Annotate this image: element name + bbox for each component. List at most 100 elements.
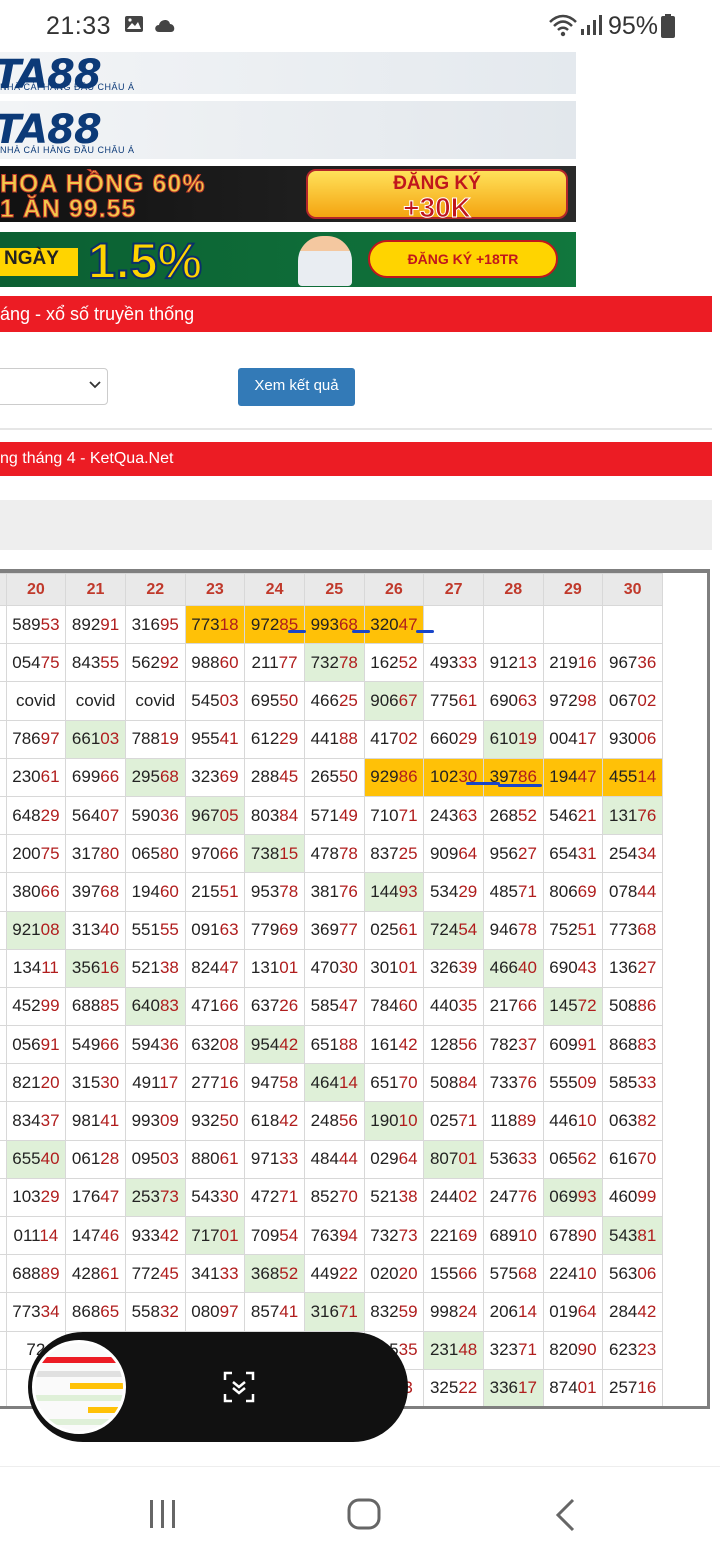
result-cell: 65540 bbox=[5, 1139, 67, 1179]
result-cell: 47271 bbox=[244, 1177, 305, 1218]
result-cell: 10329 bbox=[5, 1177, 67, 1218]
recent-apps-icon[interactable] bbox=[146, 1497, 180, 1536]
screenshot-thumbnail[interactable] bbox=[32, 1340, 126, 1434]
result-cell: 02571 bbox=[423, 1101, 484, 1141]
cell-head-digits: 772 bbox=[131, 1263, 160, 1283]
cell-tail-digits: 03 bbox=[100, 729, 120, 749]
cell-tail-digits: 71 bbox=[458, 1111, 478, 1131]
result-cell: 97285 bbox=[244, 604, 305, 645]
scroll-capture-icon[interactable] bbox=[222, 1370, 256, 1409]
result-cell: 61670 bbox=[602, 1139, 663, 1179]
day-header: 27 bbox=[423, 573, 484, 606]
result-cell: 92108 bbox=[5, 910, 67, 950]
view-results-button[interactable]: Xem kết quả bbox=[238, 368, 355, 406]
result-cell: 35616 bbox=[65, 948, 126, 988]
cell-tail-digits: 78 bbox=[279, 881, 299, 901]
cell-tail-digits: 33 bbox=[637, 1072, 657, 1092]
cell-head-digits: 732 bbox=[310, 652, 339, 672]
register-button[interactable]: ĐĂNG KÝ +30K bbox=[306, 169, 568, 222]
result-cell: 64829 bbox=[5, 795, 67, 836]
cell-tail-digits: 05 bbox=[219, 805, 239, 825]
result-cell: 50886 bbox=[602, 986, 663, 1027]
result-cell: 48571 bbox=[482, 872, 544, 912]
cell-tail-digits: 97 bbox=[219, 1301, 239, 1321]
result-cell: 25373 bbox=[124, 1177, 186, 1218]
cell-head-digits: 011 bbox=[13, 1225, 40, 1245]
cell-tail-digits: 38 bbox=[159, 958, 179, 978]
cell-head-digits: 837 bbox=[370, 843, 399, 863]
register-bonus: +30K bbox=[403, 192, 472, 222]
cell-tail-digits: 70 bbox=[398, 1072, 418, 1092]
result-cell: 29568 bbox=[124, 757, 186, 797]
cell-tail-digits: 27 bbox=[637, 958, 657, 978]
results-table-container[interactable]: 2021222324252627282930 45895389291316957… bbox=[0, 569, 710, 1409]
day-header: 25 bbox=[303, 573, 365, 606]
result-cell bbox=[482, 604, 544, 645]
cell-head-digits: 824 bbox=[191, 958, 220, 978]
cell-tail-digits: 94 bbox=[338, 1225, 358, 1245]
month-select[interactable] bbox=[0, 368, 108, 405]
ad-banner-ta88-1[interactable]: TA88 NHÀ CÁI HÀNG ĐẦU CHÂU Á bbox=[0, 52, 576, 94]
cell-tail-digits: 52 bbox=[517, 805, 537, 825]
cell-tail-digits: 32 bbox=[159, 1301, 179, 1321]
result-cell: 78819 bbox=[124, 719, 186, 759]
cell-head-digits: 452 bbox=[12, 996, 41, 1016]
cell-tail-digits: 20 bbox=[40, 1072, 60, 1092]
cell-head-digits: 061 bbox=[71, 1149, 101, 1169]
cell-head-digits: 428 bbox=[71, 1263, 101, 1283]
result-cell: 59436 bbox=[124, 1025, 186, 1065]
cell-tail-digits: 75 bbox=[40, 652, 60, 672]
cell-head-digits: 134 bbox=[12, 958, 42, 978]
cell-tail-digits: 52 bbox=[279, 1263, 299, 1283]
result-cell: 65431 bbox=[542, 834, 604, 874]
result-cell: 14746 bbox=[65, 1215, 126, 1256]
cell-head-digits: 136 bbox=[608, 958, 638, 978]
result-cell: 26852 bbox=[482, 795, 544, 836]
cell-head-digits: 575 bbox=[489, 1263, 518, 1283]
cell-head-digits: 546 bbox=[549, 805, 578, 825]
cell-head-digits: 782 bbox=[489, 1034, 518, 1054]
ad-banner-rebate[interactable]: NGÀY 1.5% ĐĂNG KÝ +18TR bbox=[0, 232, 576, 287]
pen-mark bbox=[416, 630, 434, 633]
cell-head-digits: 484 bbox=[310, 1149, 339, 1169]
result-cell: 01114 bbox=[5, 1215, 67, 1256]
cell-tail-digits: 73 bbox=[398, 1225, 418, 1245]
cell-head-digits: 779 bbox=[250, 920, 280, 940]
result-cell: 30101 bbox=[363, 948, 425, 988]
result-cell: 06580 bbox=[124, 834, 186, 874]
cell-tail-digits: 76 bbox=[517, 1072, 537, 1092]
cell-tail-digits: 66 bbox=[219, 996, 239, 1016]
home-icon[interactable] bbox=[346, 1497, 382, 1536]
cell-tail-digits: 16 bbox=[219, 1072, 239, 1092]
table-row: 0655400612809503880619713348444029648070… bbox=[0, 1139, 663, 1179]
cell-tail-digits: 68 bbox=[100, 881, 120, 901]
result-cell: 19447 bbox=[542, 757, 604, 797]
result-cell: 80669 bbox=[542, 872, 604, 912]
result-cell: 09163 bbox=[184, 910, 246, 950]
cell-tail-digits: 71 bbox=[517, 1340, 537, 1360]
result-cell: 53429 bbox=[423, 872, 484, 912]
register-18tr-button[interactable]: ĐĂNG KÝ +18TR bbox=[368, 240, 558, 278]
result-cell: 95378 bbox=[244, 872, 305, 912]
result-cell: 06702 bbox=[602, 681, 663, 721]
cell-head-digits: 590 bbox=[131, 805, 160, 825]
cell-head-digits: 821 bbox=[12, 1072, 41, 1092]
ad-banner-commission[interactable]: HOA HỒNG 60% 1 ĂN 99.55 ĐĂNG KÝ +30K bbox=[0, 166, 576, 222]
cell-tail-digits: 76 bbox=[637, 805, 657, 825]
result-cell: 21177 bbox=[244, 643, 305, 683]
result-cell: 32369 bbox=[184, 757, 246, 797]
back-icon[interactable] bbox=[552, 1497, 578, 1538]
table-row: 4921083134055155091637796936977025617245… bbox=[0, 910, 663, 950]
result-cell: 95442 bbox=[244, 1025, 305, 1065]
result-cell: 08097 bbox=[184, 1292, 246, 1332]
result-cell: 58547 bbox=[303, 986, 365, 1027]
ad-banner-ta88-2[interactable]: TA88 NHÀ CÁI HÀNG ĐẦU CHÂU Á bbox=[0, 101, 576, 159]
result-cell: 24856 bbox=[303, 1101, 365, 1141]
cell-head-digits: 161 bbox=[370, 1034, 399, 1054]
result-cell: 16252 bbox=[363, 643, 425, 683]
result-cell: 44922 bbox=[303, 1254, 365, 1294]
cell-tail-digits: 43 bbox=[577, 958, 597, 978]
cell-tail-digits: 10 bbox=[398, 1111, 418, 1131]
cell-head-digits: 080 bbox=[191, 1301, 220, 1321]
system-nav-bar bbox=[0, 1466, 720, 1560]
